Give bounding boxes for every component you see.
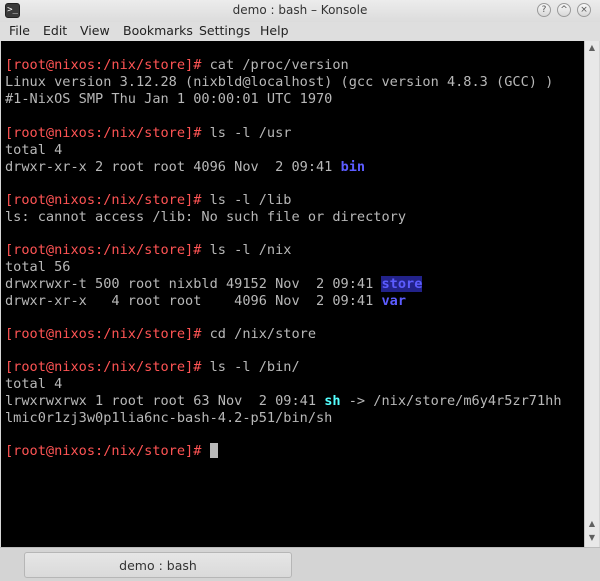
help-icon[interactable]: ? bbox=[537, 3, 551, 17]
command-text: ls -l /usr bbox=[201, 125, 292, 141]
shell-prompt: [root@nixos:/nix/store]# bbox=[5, 192, 202, 208]
directory-name: var bbox=[381, 293, 407, 309]
shell-prompt: [root@nixos:/nix/store]# bbox=[5, 443, 202, 459]
terminal-line: [root@nixos:/nix/store]# ls -l /nix bbox=[5, 242, 291, 259]
terminal-line: #1-NixOS SMP Thu Jan 1 00:00:01 UTC 1970 bbox=[5, 91, 333, 107]
terminal-line: Linux version 3.12.28 (nixbld@localhost)… bbox=[5, 74, 554, 90]
terminal-line: [root@nixos:/nix/store]# cat /proc/versi… bbox=[5, 57, 349, 74]
terminal-line: lrwxrwxrwx 1 root root 63 Nov 2 09:41 sh… bbox=[5, 393, 562, 410]
terminal-line: ls: cannot access /lib: No such file or … bbox=[5, 209, 407, 225]
title-bar[interactable]: >_ demo : bash – Konsole ? ^ × bbox=[0, 0, 600, 22]
menu-file[interactable]: File bbox=[9, 23, 30, 38]
scroll-down-icon[interactable]: ▼ bbox=[585, 531, 599, 545]
terminal-line: drwxr-xr-x 2 root root 4096 Nov 2 09:41 … bbox=[5, 159, 365, 176]
tab-demo-bash[interactable]: demo : bash bbox=[24, 552, 292, 578]
terminal-line: drwxrwxr-t 500 root nixbld 49152 Nov 2 0… bbox=[5, 276, 423, 293]
minimize-icon[interactable]: ^ bbox=[557, 3, 571, 17]
menu-help[interactable]: Help bbox=[260, 23, 289, 38]
listing-attributes: drwxr-xr-x 2 root root 4096 Nov 2 09:41 bbox=[5, 159, 341, 175]
menu-view[interactable]: View bbox=[80, 23, 110, 38]
terminal-line: lmic0r1zj3w0p1lia6nc-bash-4.2-p51/bin/sh bbox=[5, 410, 333, 426]
menu-bookmarks[interactable]: Bookmarks bbox=[123, 23, 193, 38]
terminal-line: total 4 bbox=[5, 142, 63, 158]
menu-edit[interactable]: Edit bbox=[43, 23, 67, 38]
shell-prompt: [root@nixos:/nix/store]# bbox=[5, 359, 202, 375]
terminal-line: [root@nixos:/nix/store]# bbox=[5, 443, 218, 460]
command-text: ls -l /nix bbox=[201, 242, 292, 258]
window-title: demo : bash – Konsole bbox=[232, 3, 368, 17]
command-text: ls -l /bin/ bbox=[201, 359, 300, 375]
terminal-line: [root@nixos:/nix/store]# ls -l /bin/ bbox=[5, 359, 300, 376]
menu-settings[interactable]: Settings bbox=[199, 23, 250, 38]
command-text: cat /proc/version bbox=[201, 57, 349, 73]
shell-prompt: [root@nixos:/nix/store]# bbox=[5, 326, 202, 342]
tab-label: demo : bash bbox=[119, 558, 197, 573]
text-cursor bbox=[209, 443, 218, 458]
listing-attributes: drwxrwxr-t 500 root nixbld 49152 Nov 2 0… bbox=[5, 276, 382, 292]
terminal-line: [root@nixos:/nix/store]# cd /nix/store bbox=[5, 326, 316, 343]
close-icon[interactable]: × bbox=[577, 3, 591, 17]
terminal-output[interactable]: [root@nixos:/nix/store]# cat /proc/versi… bbox=[1, 41, 584, 547]
listing-attributes: lrwxrwxrwx 1 root root 63 Nov 2 09:41 bbox=[5, 393, 325, 409]
menu-bar: File Edit View Bookmarks Settings Help bbox=[0, 22, 600, 41]
scroll-up-icon[interactable]: ▲ bbox=[585, 41, 599, 55]
symlink-target: -> /nix/store/m6y4r5zr71hh bbox=[340, 393, 562, 409]
shell-prompt: [root@nixos:/nix/store]# bbox=[5, 57, 202, 73]
terminal-line: total 56 bbox=[5, 259, 71, 275]
tab-bar: demo : bash bbox=[0, 547, 600, 581]
shell-prompt: [root@nixos:/nix/store]# bbox=[5, 125, 202, 141]
scroll-up-icon[interactable]: ▲ bbox=[585, 517, 599, 531]
terminal-scrollbar[interactable]: ▲ ▲ ▼ bbox=[584, 41, 599, 547]
command-text: cd /nix/store bbox=[201, 326, 316, 342]
directory-name: bin bbox=[340, 159, 366, 175]
command-text: ls -l /lib bbox=[201, 192, 292, 208]
command-text bbox=[201, 443, 209, 459]
terminal-line: [root@nixos:/nix/store]# ls -l /lib bbox=[5, 192, 291, 209]
terminal-line: total 4 bbox=[5, 376, 63, 392]
shell-prompt: [root@nixos:/nix/store]# bbox=[5, 242, 202, 258]
directory-name-sticky: store bbox=[381, 276, 423, 292]
terminal-line: [root@nixos:/nix/store]# ls -l /usr bbox=[5, 125, 291, 142]
terminal-line: drwxr-xr-x 4 root root 4096 Nov 2 09:41 … bbox=[5, 293, 406, 310]
listing-attributes: drwxr-xr-x 4 root root 4096 Nov 2 09:41 bbox=[5, 293, 382, 309]
symlink-name: sh bbox=[324, 393, 341, 409]
